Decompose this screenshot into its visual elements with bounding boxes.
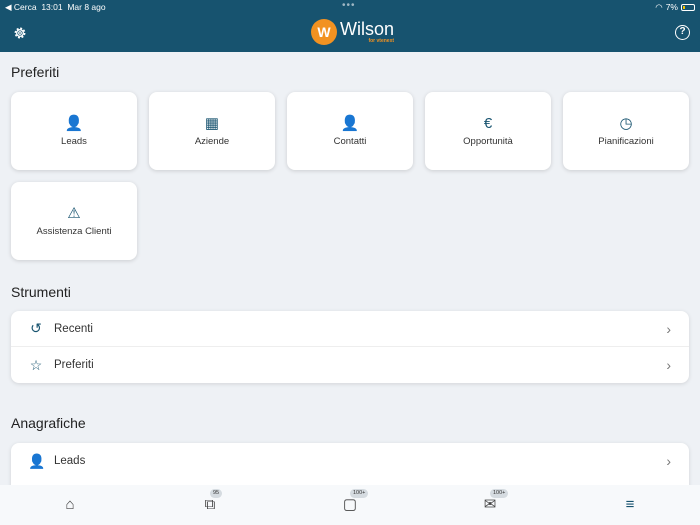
wilson-logo: W Wilson for vtenext [311, 19, 394, 45]
bottom-tab-bar: ⌂ ⧉ 95 ▢ 100+ ✉ 100+ ≡ [0, 485, 700, 525]
logo-mark: W [311, 19, 337, 45]
building-icon: ▦ [204, 115, 220, 132]
card-label: Contatti [333, 136, 367, 147]
card-label: Aziende [194, 136, 230, 147]
clock-icon: ◷ [619, 115, 633, 132]
wifi-icon: ◠ [655, 1, 663, 12]
mail-badge: 100+ [490, 489, 509, 498]
status-bar: ◀ Cerca 13:01 Mar 8 ago ••• ◠ 7% [0, 0, 700, 14]
card-label: Leads [61, 136, 87, 147]
chat-tab[interactable]: ▢ 100+ [338, 489, 369, 517]
row-label: Recenti [54, 322, 93, 335]
favorite-contatti[interactable]: 👤 Contatti [287, 92, 413, 170]
section-registry: Anagrafiche [11, 415, 86, 431]
star-icon: ☆ [29, 356, 43, 373]
chevron-right-icon: › [666, 320, 671, 337]
registry-item-leads[interactable]: 👤 Leads › [11, 443, 689, 479]
chat-icon: ▢ [342, 496, 358, 513]
chevron-right-icon: › [666, 357, 671, 373]
card-label: Opportunità [463, 136, 513, 147]
section-tools: Strumenti [11, 284, 71, 300]
favorite-pianificazioni[interactable]: ◷ Pianificazioni [563, 92, 689, 170]
home-tab[interactable]: ⌂ [58, 493, 82, 517]
processes-tab[interactable]: ⧉ 95 [198, 489, 223, 517]
person-outline-icon: 👤 [64, 115, 84, 132]
mail-tab[interactable]: ✉ 100+ [478, 489, 509, 517]
multitask-dots[interactable]: ••• [342, 0, 356, 12]
section-favorites: Preferiti [11, 64, 60, 80]
favorite-assistenza-clienti[interactable]: ⚠ Assistenza Clienti [11, 182, 137, 260]
tools-list: ↺ Recenti › ☆ Preferiti › [11, 311, 689, 383]
flowchart-icon: ⧉ [204, 496, 216, 513]
battery-percent: 7% [665, 2, 678, 12]
back-to-search[interactable]: ◀ Cerca [5, 2, 37, 13]
card-label: Pianificazioni [598, 136, 654, 147]
favorite-aziende[interactable]: ▦ Aziende [149, 92, 275, 170]
app-header: ◀ Cerca 13:01 Mar 8 ago ••• ◠ 7% W Wilson… [0, 0, 700, 52]
mail-icon: ✉ [483, 496, 497, 513]
processes-badge: 95 [210, 489, 223, 498]
person-icon: 👤 [340, 115, 360, 132]
warning-icon: ⚠ [67, 205, 81, 222]
history-icon: ↺ [30, 320, 42, 336]
favorite-opportunita[interactable]: € Opportunità [425, 92, 551, 170]
euro-icon: € [483, 115, 493, 132]
hamburger-menu-icon: ≡ [625, 496, 635, 513]
date: Mar 8 ago [67, 2, 106, 12]
row-label: Leads [54, 455, 86, 467]
card-label: Assistenza Clienti [36, 226, 112, 237]
person-outline-icon: 👤 [28, 452, 46, 469]
battery-icon [681, 3, 695, 11]
help-icon[interactable]: ? [675, 25, 690, 40]
chat-badge: 100+ [350, 489, 369, 498]
menu-tab[interactable]: ≡ [618, 493, 642, 517]
tools-item-preferiti[interactable]: ☆ Preferiti › [11, 347, 689, 383]
tools-item-recenti[interactable]: ↺ Recenti › [11, 311, 689, 347]
clock: 13:01 [41, 2, 63, 12]
settings-gear-icon[interactable] [12, 25, 28, 41]
home-icon: ⌂ [65, 496, 75, 513]
favorite-leads[interactable]: 👤 Leads [11, 92, 137, 170]
chevron-right-icon: › [666, 453, 671, 469]
logo-name: Wilson [340, 19, 395, 39]
row-label: Preferiti [54, 359, 94, 371]
